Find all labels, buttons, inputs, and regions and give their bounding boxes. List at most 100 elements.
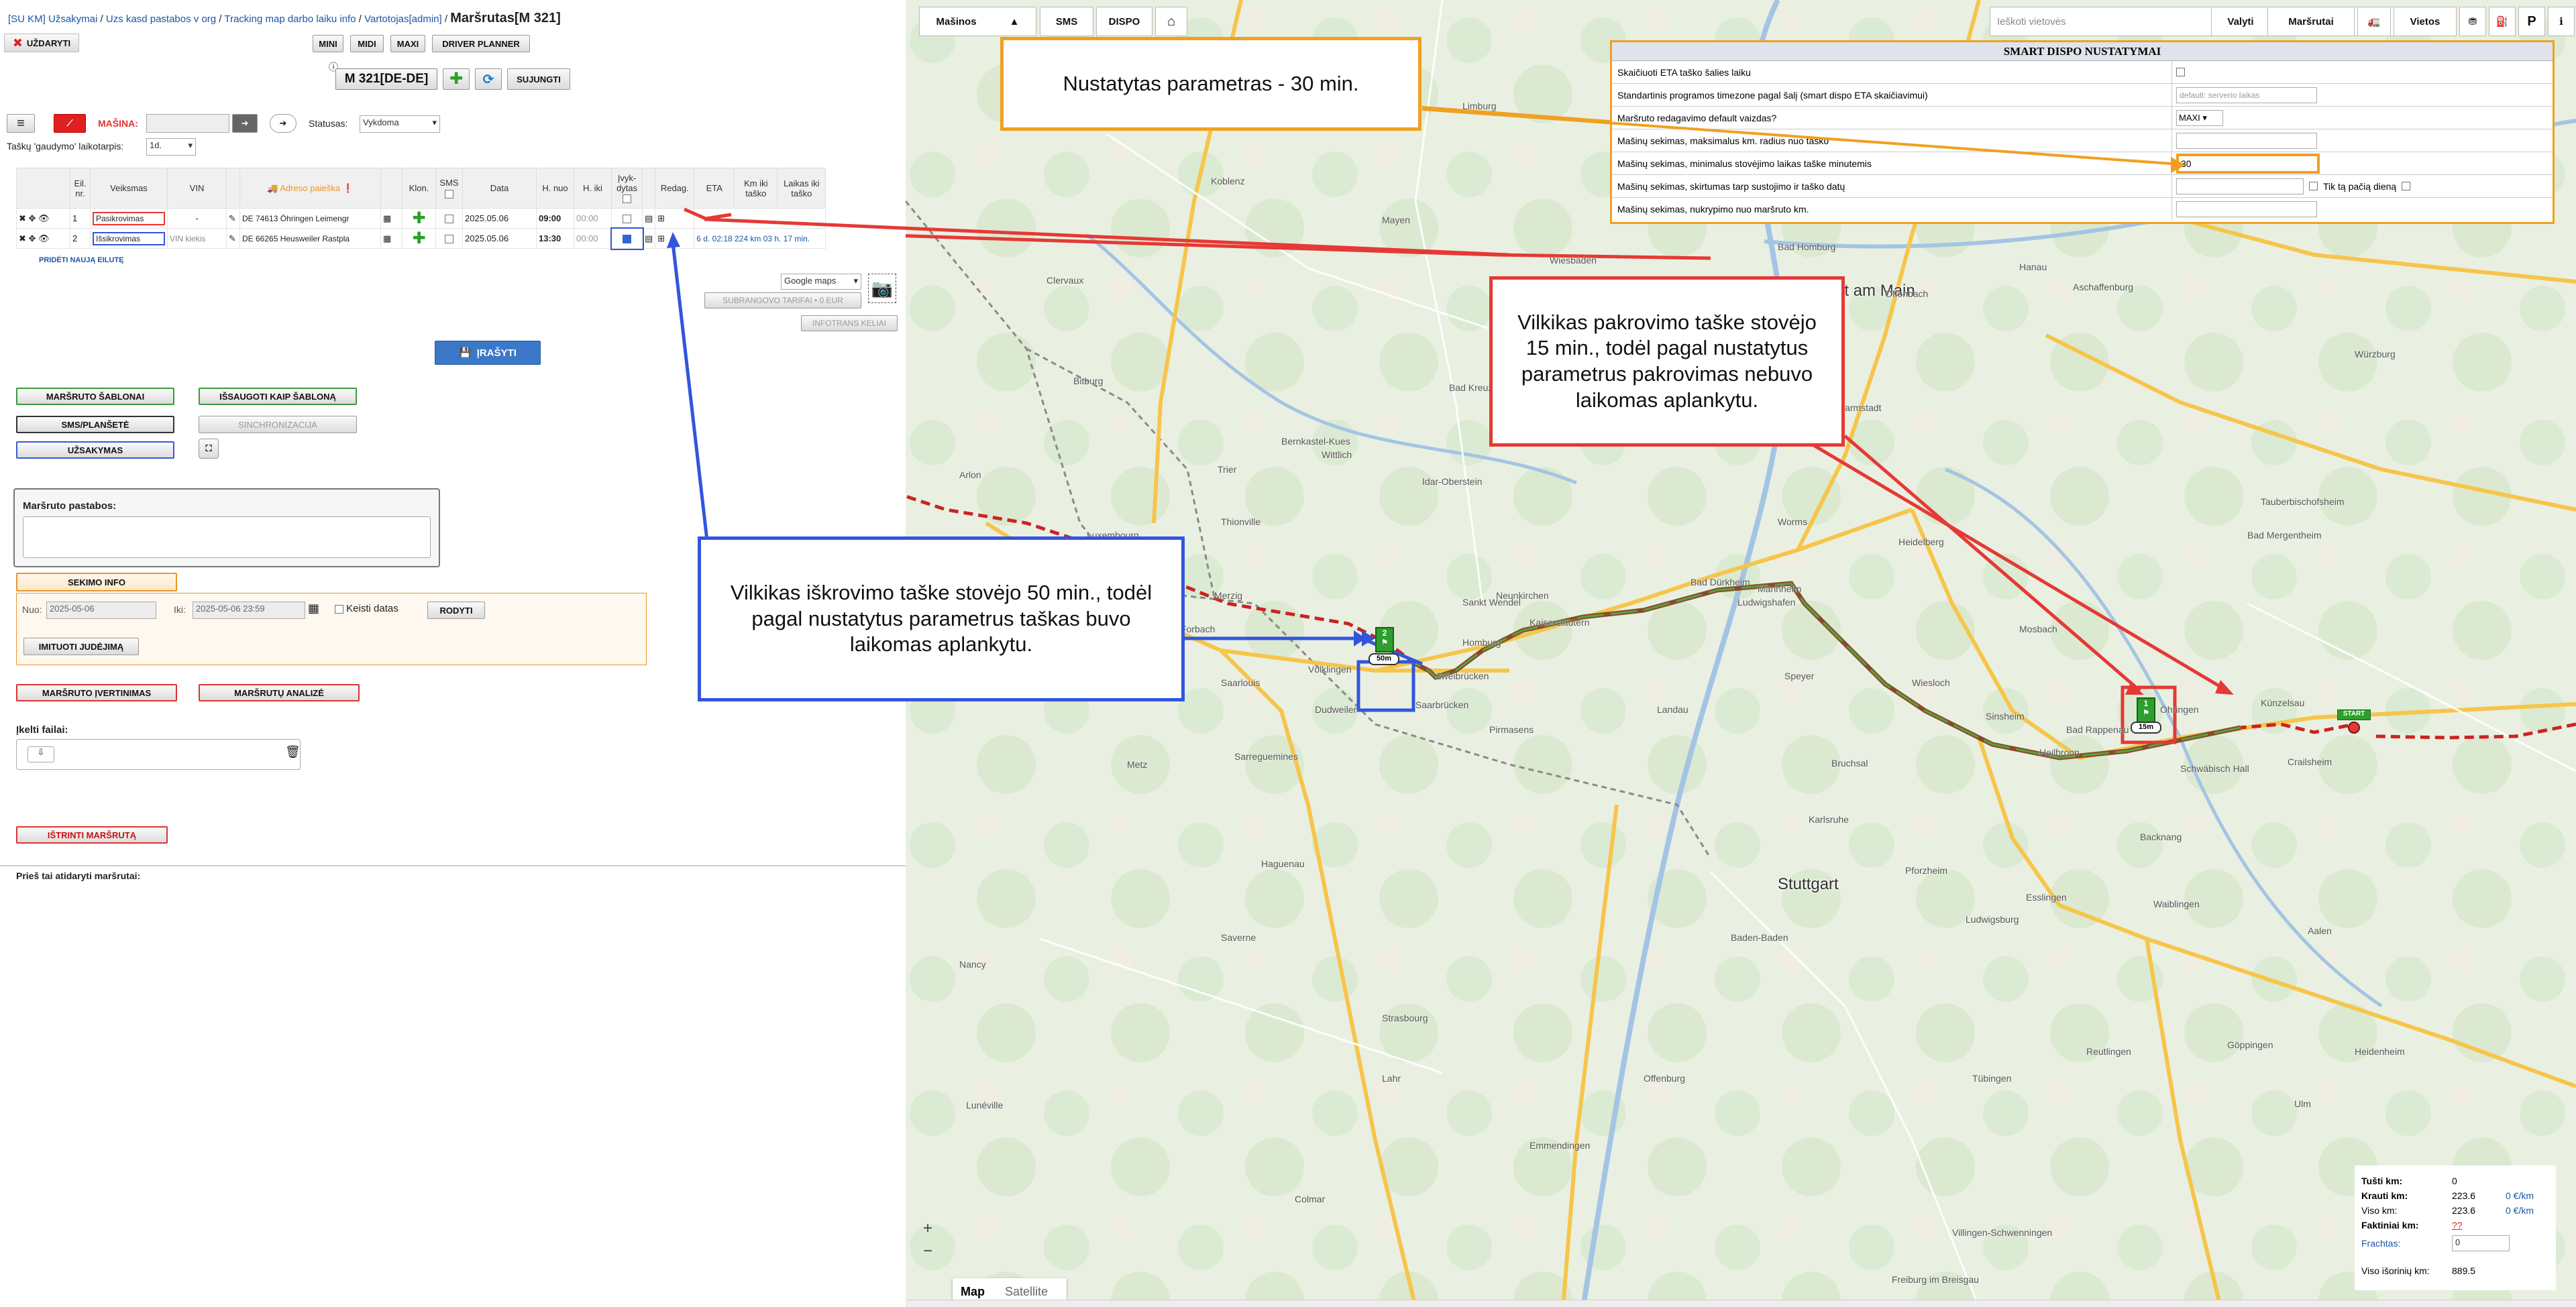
date-diff-input[interactable] [2176, 178, 2304, 194]
eye-icon[interactable]: 👁 [38, 233, 50, 243]
delete-route-button[interactable]: IŠTRINTI MARŠRUTĄ [16, 826, 168, 844]
col-address[interactable]: 🚚 Adreso paieška ❗ [239, 168, 381, 209]
edit-icon[interactable]: ⊞ [657, 213, 665, 223]
clear-button[interactable]: Valyti [2211, 7, 2270, 36]
map-scrollbar[interactable] [907, 1300, 2576, 1307]
clone-plus-icon[interactable]: ✚ [412, 229, 425, 247]
hour-to-field[interactable]: 00:00 [574, 208, 612, 229]
clone-plus-icon[interactable]: ✚ [412, 209, 425, 227]
truck-button[interactable]: 🚛 [2357, 7, 2391, 36]
action-select[interactable]: Pasikrovimas [93, 211, 165, 225]
map-type-satellite[interactable]: Satellite [993, 1285, 1060, 1299]
refresh-button[interactable]: ⟳ [475, 68, 502, 90]
calendar-icon[interactable]: ▦ [308, 602, 319, 616]
vehicles-menu[interactable]: Mašinos ▲ [919, 7, 1036, 36]
move-icon[interactable]: ✥ [29, 233, 36, 243]
pencil-icon[interactable]: ✎ [229, 233, 236, 243]
view-mini-button[interactable]: MINI [313, 35, 343, 52]
files-dropzone[interactable]: ⇩ 🗑 [16, 739, 301, 770]
breadcrumb-item[interactable]: Uzs kasd pastabos v org [106, 13, 216, 25]
trash-icon[interactable]: 🗑 [285, 745, 301, 759]
vin-field[interactable]: - [167, 208, 227, 229]
breadcrumb-item[interactable]: [SU KM] Užsakymai [8, 13, 97, 25]
save-template-button[interactable]: IŠSAUGOTI KAIP ŠABLONĄ [199, 388, 357, 405]
status-select[interactable]: Vykdoma ▾ [360, 115, 440, 133]
calendar-icon[interactable]: ▦ [383, 233, 391, 243]
chart-button[interactable]: ⟋ [54, 114, 86, 133]
change-dates-checkbox[interactable]: Keisti datas [335, 603, 398, 614]
zoom-out-button[interactable]: − [918, 1242, 938, 1262]
tracking-info-button[interactable]: SEKIMO INFO [16, 573, 177, 591]
barcode-button[interactable]: ⛶ [199, 439, 219, 459]
fuel-button[interactable]: ⛽ [2489, 7, 2516, 36]
move-icon[interactable]: ✥ [29, 213, 36, 223]
route-notes-textarea[interactable] [23, 516, 431, 558]
same-day-checkbox[interactable] [2309, 182, 2318, 190]
interval-select[interactable]: 1d. ▾ [146, 138, 196, 156]
add-button[interactable]: ✚ [443, 68, 470, 90]
default-view-select[interactable]: MAXI ▾ [2176, 109, 2223, 126]
sms-checkbox[interactable] [445, 235, 453, 244]
upload-icon[interactable]: ⇩ [28, 746, 54, 762]
deviation-input[interactable] [2176, 201, 2317, 217]
calendar-icon[interactable]: ▦ [383, 213, 391, 223]
min-stop-time-input[interactable]: 30 [2176, 153, 2320, 174]
save-button[interactable]: 💾 ĮRAŠYTI [435, 341, 541, 365]
max-radius-input[interactable] [2176, 132, 2317, 149]
edit-icon[interactable]: ⊞ [657, 233, 665, 243]
map-dispo-button[interactable]: DISPO [1096, 7, 1152, 36]
address-field[interactable]: DE 74613 Öhringen Leimengr [239, 208, 381, 229]
close-icon[interactable]: ✖ [19, 233, 26, 243]
map-type-map[interactable]: Map [953, 1285, 993, 1299]
parking-button[interactable]: P [2518, 7, 2545, 36]
point2-marker[interactable]: 2 ⚑ [1375, 627, 1394, 652]
close-button[interactable]: ✖ UŽDARYTI [4, 34, 79, 52]
document-icon[interactable]: ▤ [645, 213, 653, 223]
breadcrumb-item[interactable]: Tracking map darbo laiku info [224, 13, 356, 25]
vehicle-input[interactable] [146, 114, 229, 133]
hour-from-field[interactable]: 09:00 [536, 208, 574, 229]
route-evaluate-button[interactable]: MARŠRUTO ĮVERTINIMAS [16, 684, 177, 701]
sync-button[interactable]: SINCHRONIZACIJA [199, 416, 357, 433]
vin-field[interactable]: VIN kiekis [167, 228, 227, 249]
tariff-button[interactable]: SUBRANGOVO TARIFAI • 0 EUR [704, 292, 861, 308]
view-maxi-button[interactable]: MAXI [390, 35, 425, 52]
sms-checkbox[interactable] [445, 215, 453, 224]
pencil-icon[interactable]: ✎ [229, 213, 236, 223]
add-row-link[interactable]: PRIDĖTI NAUJĄ EILUTĘ [39, 256, 124, 264]
menu-button[interactable]: ≡ [7, 114, 35, 133]
route-templates-button[interactable]: MARŠRUTO ŠABLONAI [16, 388, 174, 405]
point1-marker[interactable]: 1 ⚑ [2137, 697, 2155, 723]
date-field[interactable]: 2025.05.06 [462, 228, 537, 249]
action-select[interactable]: Išsikrovimas [93, 231, 165, 245]
from-date-input[interactable]: 2025-05-06 [46, 602, 156, 619]
infotrans-button[interactable]: INFOTRANS KELIAI [801, 315, 898, 331]
date-field[interactable]: 2025.05.06 [462, 208, 537, 229]
driver-planner-button[interactable]: DRIVER PLANNER [432, 35, 530, 52]
info-button[interactable]: ℹ [2548, 7, 2575, 36]
order-button[interactable]: UŽSAKYMAS [16, 441, 174, 459]
document-icon[interactable]: ▤ [645, 233, 653, 243]
simulate-button[interactable]: IMITUOTI JUDĖJIMĄ [23, 638, 139, 655]
eta-country-checkbox[interactable] [2176, 68, 2185, 76]
breadcrumb-item[interactable]: Vartotojas[admin] [364, 13, 442, 25]
camera-icon[interactable]: 📷 [868, 274, 896, 303]
to-date-input[interactable]: 2025-05-06 23:59 [193, 602, 305, 619]
same-day-checkbox-2[interactable] [2402, 182, 2411, 190]
eye-icon[interactable]: 👁 [38, 213, 50, 223]
zoom-in-button[interactable]: + [918, 1219, 938, 1239]
done-checkbox[interactable] [623, 235, 631, 244]
navigate-button[interactable]: ➔ [270, 114, 297, 133]
places-button[interactable]: Vietos [2394, 7, 2457, 36]
freight-input[interactable]: 0 [2452, 1235, 2510, 1251]
start-marker[interactable]: START [2337, 709, 2371, 720]
show-button[interactable]: RODYTI [427, 602, 485, 619]
sms-tablet-button[interactable]: SMS/PLANŠETĖ [16, 416, 174, 433]
route-analysis-button[interactable]: MARŠRUTŲ ANALIZĖ [199, 684, 360, 701]
vehicle-go-button[interactable]: ➜ [232, 114, 258, 133]
hour-from-field[interactable]: 13:30 [536, 228, 574, 249]
timezone-input[interactable]: default: serverio laikas [2176, 87, 2317, 103]
hour-to-field[interactable]: 00:00 [574, 228, 612, 249]
close-icon[interactable]: ✖ [19, 213, 26, 223]
done-checkbox[interactable] [623, 215, 631, 224]
